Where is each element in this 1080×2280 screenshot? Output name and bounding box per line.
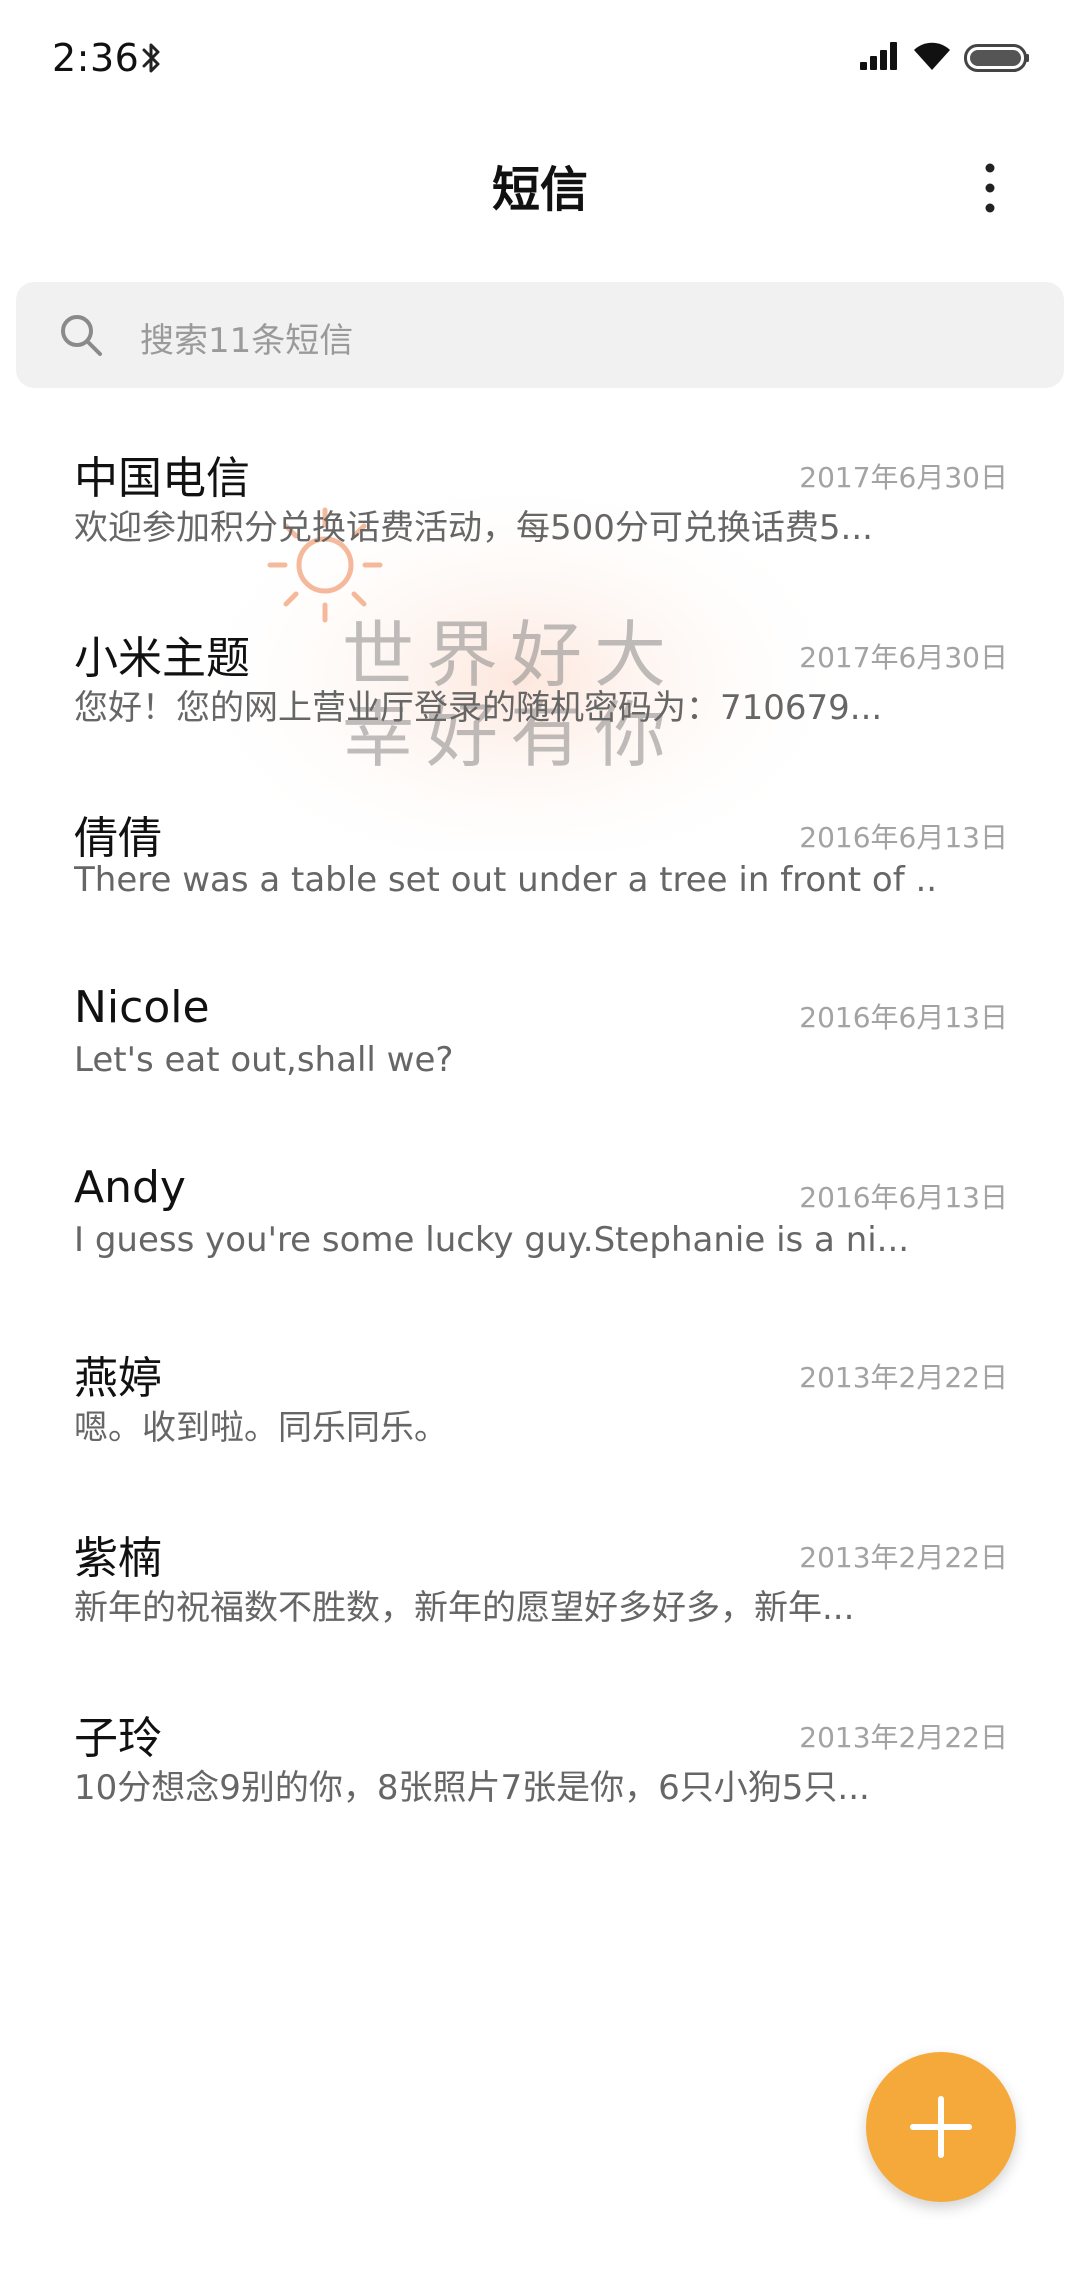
message-preview: Let's eat out,shall we?	[74, 1040, 454, 1080]
message-date: 2013年2月22日	[799, 1361, 1008, 1394]
message-date: 2013年2月22日	[799, 1541, 1008, 1574]
message-preview: 嗯。收到啦。同乐同乐。	[74, 1408, 448, 1448]
new-message-button[interactable]	[866, 2052, 1016, 2202]
sender-name: 中国电信	[74, 453, 250, 504]
message-preview: I guess you're some lucky guy.Stephanie …	[74, 1220, 910, 1260]
more-vertical-icon[interactable]	[974, 160, 1006, 216]
search-placeholder: 搜索11条短信	[140, 321, 354, 361]
sender-name: Andy	[74, 1162, 186, 1213]
message-item-2[interactable]: 倩倩 2016年6月13日 There was a table set out …	[0, 780, 1080, 960]
status-time: 2:36	[52, 36, 140, 80]
message-item-5[interactable]: 燕婷 2013年2月22日 嗯。收到啦。同乐同乐。	[0, 1320, 1080, 1500]
sender-name: 子玲	[74, 1713, 162, 1764]
page-title: 短信	[491, 162, 588, 218]
search-bar[interactable]: 搜索11条短信	[16, 282, 1064, 388]
message-item-3[interactable]: Nicole 2016年6月13日 Let's eat out,shall we…	[0, 960, 1080, 1140]
sender-name: 燕婷	[74, 1353, 162, 1404]
message-preview: 您好！您的网上营业厅登录的随机密码为：710679...	[74, 688, 883, 728]
message-preview: 10分想念9别的你，8张照片7张是你，6只小狗5只...	[74, 1768, 870, 1808]
message-item-4[interactable]: Andy 2016年6月13日 I guess you're some luck…	[0, 1140, 1080, 1320]
bluetooth-icon	[142, 43, 160, 73]
message-date: 2017年6月30日	[799, 641, 1008, 674]
battery-icon	[964, 44, 1029, 72]
message-date: 2016年6月13日	[799, 1001, 1008, 1034]
sender-name: 小米主题	[74, 633, 250, 684]
message-date: 2016年6月13日	[799, 1181, 1008, 1214]
message-date: 2013年2月22日	[799, 1721, 1008, 1754]
message-item-1[interactable]: 小米主题 2017年6月30日 您好！您的网上营业厅登录的随机密码为：71067…	[0, 600, 1080, 780]
messages-screen: 2:36 短信 搜索11条短信 世界好大 幸好有你 中国电信 2017年6月30…	[0, 0, 1080, 2280]
message-preview: 欢迎参加积分兑换话费活动，每500分可兑换话费5...	[74, 508, 873, 548]
message-preview: 新年的祝福数不胜数，新年的愿望好多好多，新年...	[74, 1588, 855, 1628]
signal-icon	[860, 42, 897, 70]
message-item-7[interactable]: 子玲 2013年2月22日 10分想念9别的你，8张照片7张是你，6只小狗5只.…	[0, 1680, 1080, 1860]
sender-name: Nicole	[74, 982, 210, 1033]
message-date: 2017年6月30日	[799, 461, 1008, 494]
status-bar: 2:36	[0, 0, 1080, 118]
message-date: 2016年6月13日	[799, 821, 1008, 854]
sender-name: 倩倩	[74, 813, 162, 864]
message-item-0[interactable]: 中国电信 2017年6月30日 欢迎参加积分兑换话费活动，每500分可兑换话费5…	[0, 420, 1080, 600]
message-list: 中国电信 2017年6月30日 欢迎参加积分兑换话费活动，每500分可兑换话费5…	[0, 420, 1080, 1860]
sender-name: 紫楠	[74, 1533, 162, 1584]
search-icon	[61, 315, 102, 356]
message-preview: There was a table set out under a tree i…	[74, 860, 934, 900]
message-item-6[interactable]: 紫楠 2013年2月22日 新年的祝福数不胜数，新年的愿望好多好多，新年...	[0, 1500, 1080, 1680]
plus-icon	[910, 2096, 972, 2158]
wifi-icon	[914, 42, 950, 70]
